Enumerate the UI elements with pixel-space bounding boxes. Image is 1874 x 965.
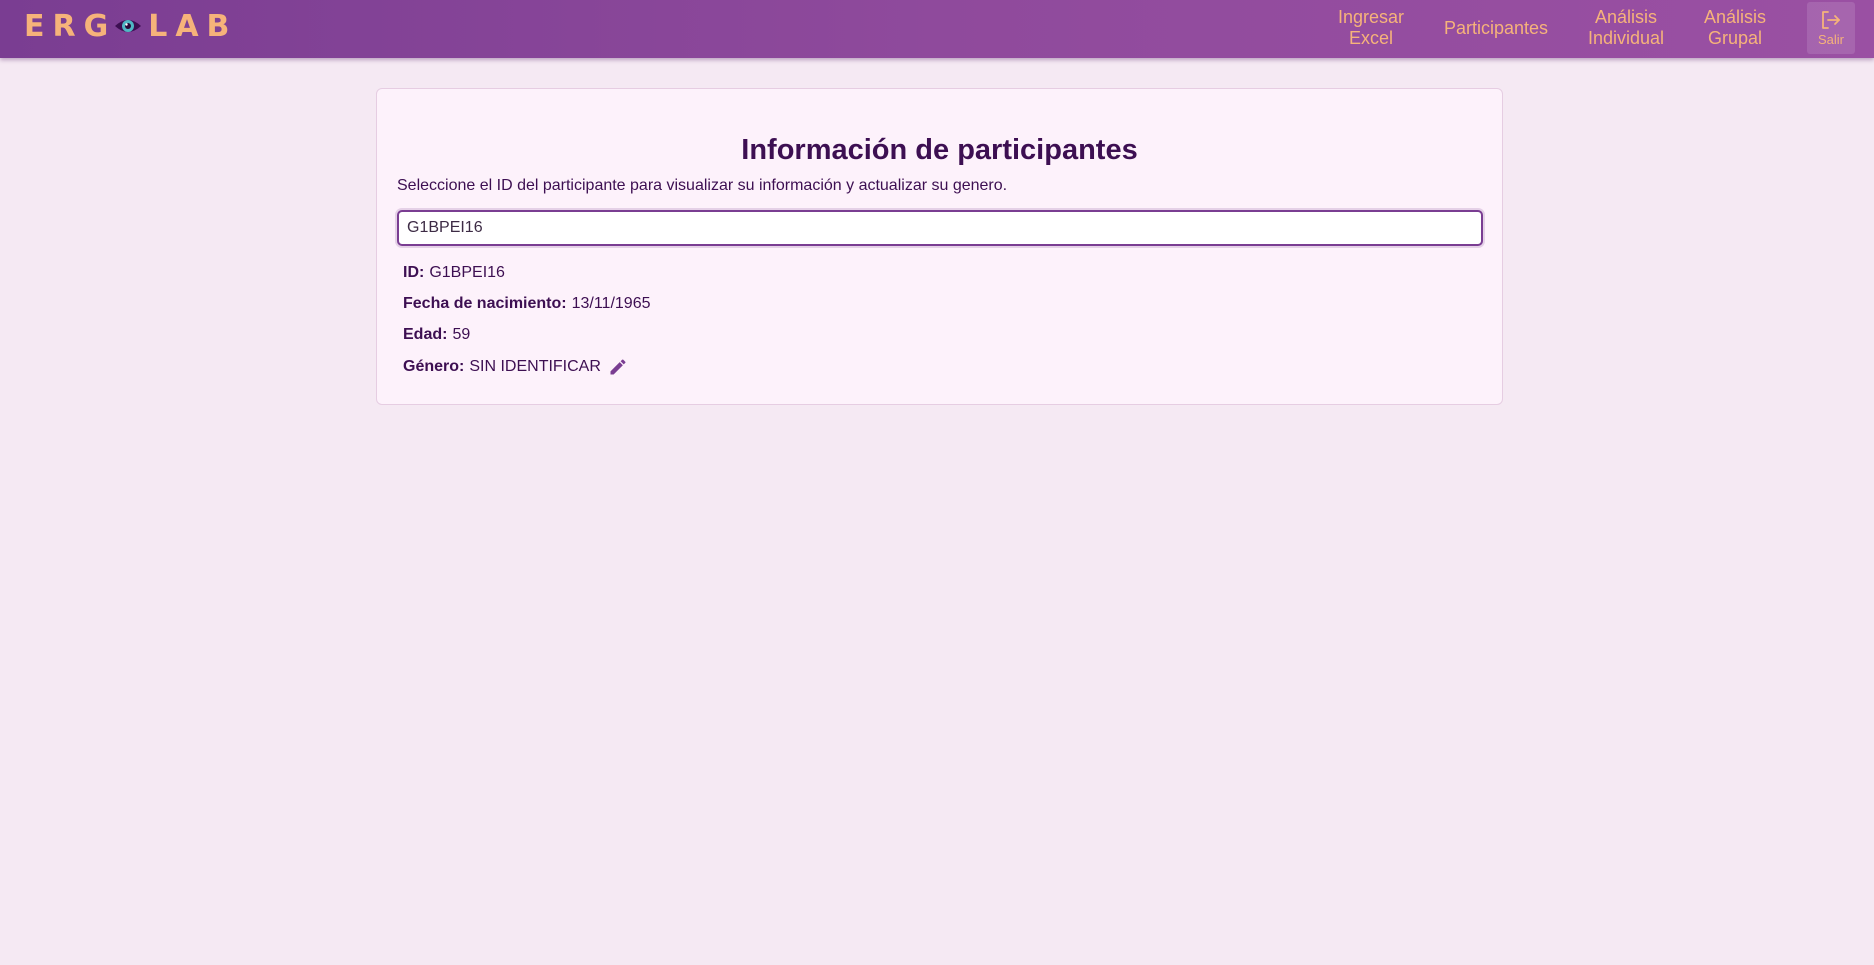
field-label: Edad:	[403, 326, 448, 343]
logo-text-right: LAB	[148, 8, 238, 44]
field-value: SIN IDENTIFICAR	[469, 358, 601, 375]
ergolab-logo[interactable]: ERG LAB	[24, 8, 237, 44]
logout-button[interactable]: Salir	[1807, 2, 1855, 54]
logout-icon	[1822, 10, 1840, 29]
nav-analisis-grupal[interactable]: Análisis Grupal	[1694, 6, 1776, 50]
nav-ingresar-excel[interactable]: Ingresar Excel	[1325, 6, 1417, 50]
field-birthdate: Fecha de nacimiento: 13/11/1965	[403, 295, 650, 313]
page-description: Seleccione el ID del participante para v…	[397, 177, 1008, 194]
field-age: Edad: 59	[403, 326, 470, 344]
participant-info-card: Información de participantes Seleccione …	[376, 88, 1503, 405]
field-value: 59	[452, 326, 471, 343]
field-label: Fecha de nacimiento:	[403, 295, 567, 312]
logout-label: Salir	[1817, 31, 1844, 47]
field-value: G1BPEI16	[429, 264, 505, 281]
page-title: Información de participantes	[741, 134, 1138, 166]
participant-id-input[interactable]	[397, 210, 1483, 246]
nav-label-line2: Grupal	[1707, 28, 1763, 48]
nav-label-line1: Análisis	[1703, 7, 1767, 27]
logo-text-left: ERG	[24, 8, 117, 44]
nav-analisis-individual[interactable]: Análisis Individual	[1580, 6, 1672, 50]
field-label: ID:	[403, 264, 425, 281]
nav-participantes[interactable]: Participantes	[1434, 6, 1558, 50]
field-id: ID: G1BPEI16	[403, 264, 505, 282]
field-gender: Género: SIN IDENTIFICAR	[403, 357, 628, 377]
field-label: Género:	[403, 358, 465, 375]
nav-label-line1: Análisis	[1594, 7, 1658, 27]
nav-label-line1: Ingresar	[1337, 7, 1405, 27]
pencil-icon[interactable]	[608, 357, 628, 377]
nav-label: Participantes	[1443, 17, 1549, 38]
top-navbar: ERG LAB Ingresar Excel Participantes Aná…	[0, 0, 1874, 58]
eye-icon	[115, 20, 142, 32]
nav-label-line2: Excel	[1348, 28, 1393, 48]
nav-label-line2: Individual	[1587, 28, 1665, 48]
field-value: 13/11/1965	[571, 295, 651, 312]
